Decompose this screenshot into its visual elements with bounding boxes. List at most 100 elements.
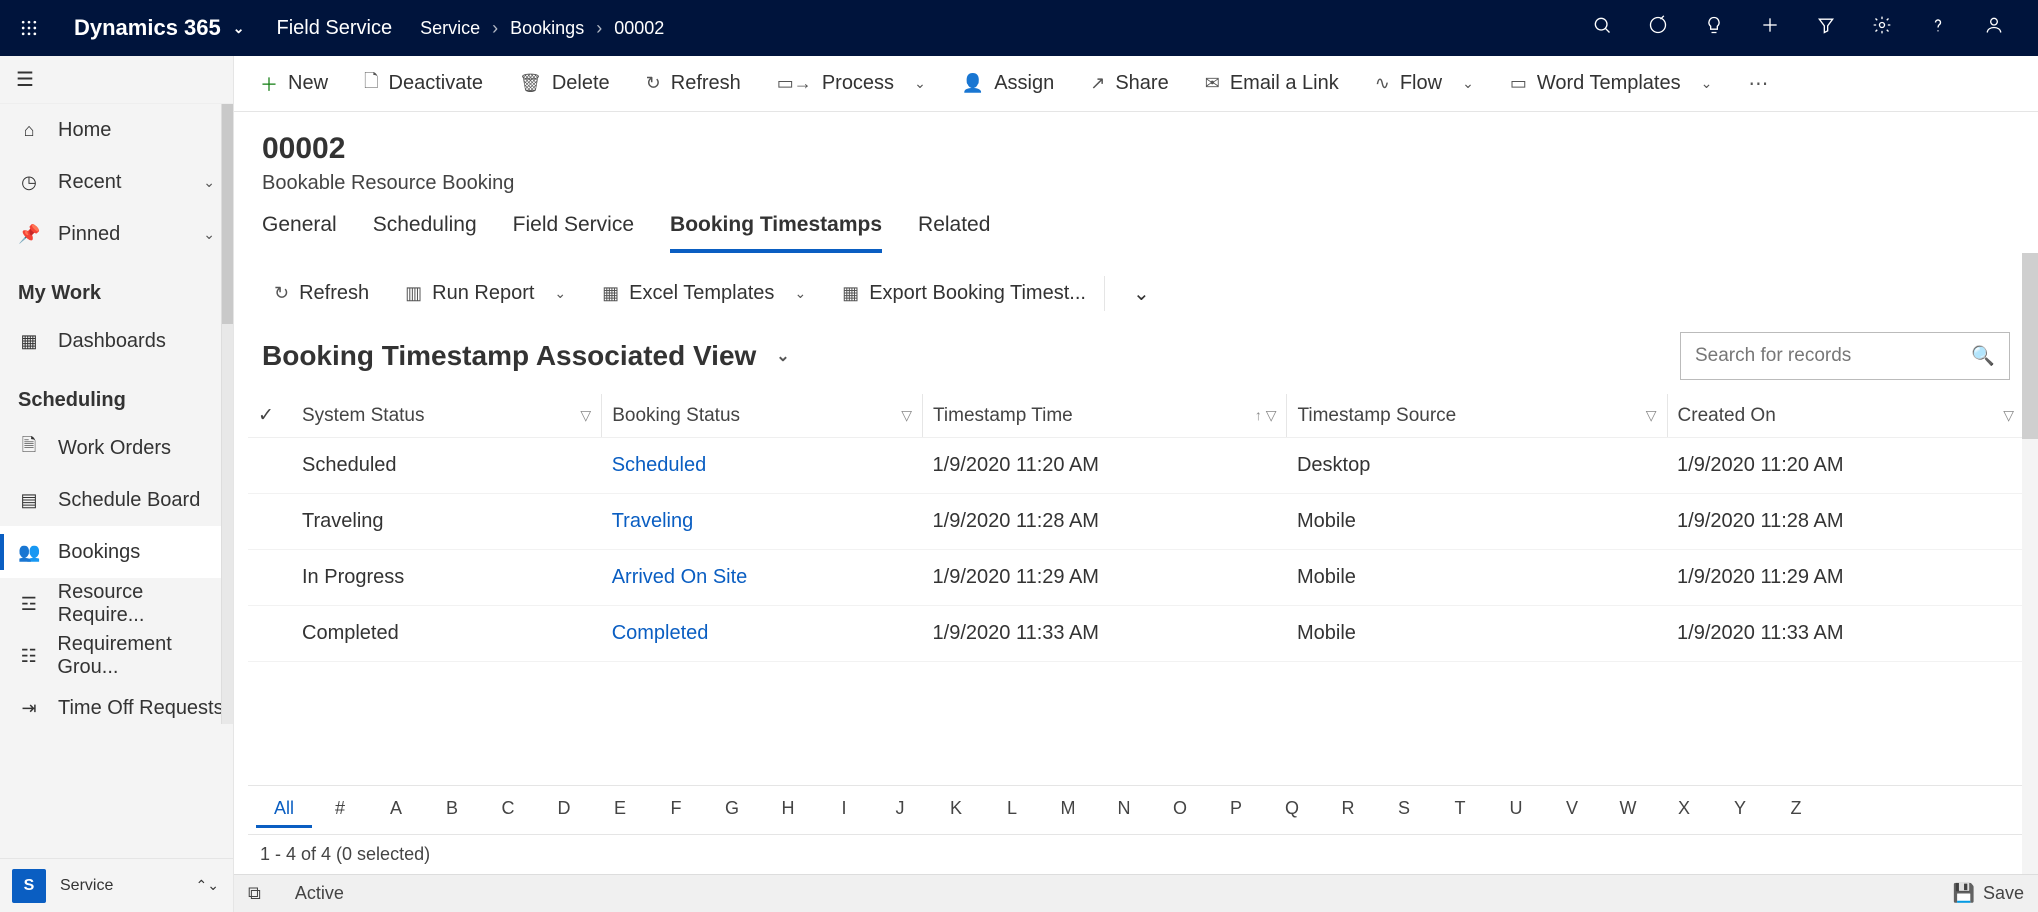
alpha-jump-g[interactable]: G — [704, 792, 760, 828]
column-header-system-status[interactable]: System Status▽ — [292, 394, 602, 438]
alpha-jump-all[interactable]: All — [256, 792, 312, 828]
filter-icon[interactable]: ▽ — [901, 407, 912, 424]
tab-scheduling[interactable]: Scheduling — [373, 213, 477, 253]
cell-booking-status[interactable]: Scheduled — [602, 438, 923, 494]
breadcrumb-item[interactable]: Bookings — [510, 18, 584, 39]
alpha-jump-q[interactable]: Q — [1264, 792, 1320, 828]
tab-general[interactable]: General — [262, 213, 337, 253]
tab-field-service[interactable]: Field Service — [513, 213, 634, 253]
task-icon[interactable] — [1644, 15, 1672, 41]
subgrid-excel-templates-button[interactable]: ▦Excel Templates — [588, 276, 820, 311]
alpha-jump-i[interactable]: I — [816, 792, 872, 828]
column-header-booking-status[interactable]: Booking Status▽ — [602, 394, 923, 438]
alpha-jump-p[interactable]: P — [1208, 792, 1264, 828]
row-checkbox[interactable] — [248, 494, 292, 550]
alpha-jump-e[interactable]: E — [592, 792, 648, 828]
table-row[interactable]: CompletedCompleted1/9/2020 11:33 AMMobil… — [248, 606, 2024, 662]
filter-icon[interactable] — [1812, 15, 1840, 41]
cell-booking-status[interactable]: Arrived On Site — [602, 550, 923, 606]
alpha-jump-t[interactable]: T — [1432, 792, 1488, 828]
lightbulb-icon[interactable] — [1700, 15, 1728, 41]
filter-icon[interactable]: ▽ — [2003, 407, 2014, 424]
table-row[interactable]: In ProgressArrived On Site1/9/2020 11:29… — [248, 550, 2024, 606]
alpha-jump-o[interactable]: O — [1152, 792, 1208, 828]
share-button[interactable]: ↗Share — [1076, 66, 1182, 101]
alpha-jump-k[interactable]: K — [928, 792, 984, 828]
area-switcher[interactable]: S Service ⌃⌄ — [0, 858, 233, 912]
cell-booking-status[interactable]: Traveling — [602, 494, 923, 550]
sidebar-collapse-button[interactable]: ☰ — [0, 56, 233, 104]
subgrid-refresh-button[interactable]: ↻Refresh — [260, 276, 383, 311]
alpha-jump-#[interactable]: # — [312, 792, 368, 828]
alpha-jump-u[interactable]: U — [1488, 792, 1544, 828]
process-button[interactable]: ▭→Process — [763, 66, 940, 101]
sidebar-item-recent[interactable]: ◷ Recent ⌄ — [0, 156, 233, 208]
column-header-timestamp-time[interactable]: Timestamp Time↑ ▽ — [923, 394, 1287, 438]
alpha-jump-j[interactable]: J — [872, 792, 928, 828]
alpha-jump-z[interactable]: Z — [1768, 792, 1824, 828]
more-commands-button[interactable]: ⋯ — [1738, 65, 1780, 102]
search-input[interactable]: Search for records 🔍 — [1680, 332, 2010, 380]
sidebar-item-resource-requirements[interactable]: ☲ Resource Require... — [0, 578, 233, 630]
alpha-jump-b[interactable]: B — [424, 792, 480, 828]
breadcrumb-item[interactable]: 00002 — [614, 18, 664, 39]
flow-button[interactable]: ∿Flow — [1361, 66, 1488, 101]
column-header-timestamp-source[interactable]: Timestamp Source▽ — [1287, 394, 1667, 438]
deactivate-button[interactable]: 🗋Deactivate — [350, 63, 497, 105]
filter-icon[interactable]: ▽ — [1646, 407, 1657, 424]
sidebar-item-home[interactable]: ⌂ Home — [0, 104, 233, 156]
app-name[interactable]: Field Service — [277, 17, 393, 40]
delete-button[interactable]: 🗑Delete — [505, 66, 624, 101]
alpha-jump-f[interactable]: F — [648, 792, 704, 828]
popout-icon[interactable]: ⧉ — [248, 883, 261, 904]
user-icon[interactable] — [1980, 15, 2008, 41]
alpha-jump-h[interactable]: H — [760, 792, 816, 828]
filter-icon[interactable]: ▽ — [580, 407, 591, 424]
refresh-button[interactable]: ↻Refresh — [632, 66, 755, 101]
row-checkbox[interactable] — [248, 550, 292, 606]
help-icon[interactable] — [1924, 15, 1952, 41]
tab-related[interactable]: Related — [918, 213, 990, 253]
sidebar-item-pinned[interactable]: 📌 Pinned ⌄ — [0, 208, 233, 260]
subgrid-export-button[interactable]: ▦Export Booking Timest... — [828, 276, 1105, 311]
select-all-checkbox[interactable]: ✓ — [248, 394, 292, 438]
tab-booking-timestamps[interactable]: Booking Timestamps — [670, 213, 882, 253]
alpha-jump-x[interactable]: X — [1656, 792, 1712, 828]
cell-booking-status[interactable]: Completed — [602, 606, 923, 662]
alpha-jump-v[interactable]: V — [1544, 792, 1600, 828]
search-icon[interactable] — [1588, 15, 1616, 41]
table-row[interactable]: TravelingTraveling1/9/2020 11:28 AMMobil… — [248, 494, 2024, 550]
alpha-jump-s[interactable]: S — [1376, 792, 1432, 828]
alpha-jump-a[interactable]: A — [368, 792, 424, 828]
subgrid-more-button[interactable]: ⌄ — [1119, 275, 1164, 312]
product-brand[interactable]: Dynamics 365 ⌄ — [74, 15, 245, 41]
app-launcher-icon[interactable] — [8, 7, 50, 49]
sidebar-item-work-orders[interactable]: 🗎 Work Orders — [0, 422, 233, 474]
alpha-jump-r[interactable]: R — [1320, 792, 1376, 828]
alpha-jump-l[interactable]: L — [984, 792, 1040, 828]
alpha-jump-c[interactable]: C — [480, 792, 536, 828]
plus-icon[interactable] — [1756, 15, 1784, 41]
row-checkbox[interactable] — [248, 438, 292, 494]
save-button[interactable]: 💾 Save — [1953, 883, 2024, 904]
new-button[interactable]: ＋New — [246, 65, 342, 103]
gear-icon[interactable] — [1868, 15, 1896, 41]
content-scrollbar[interactable] — [2022, 253, 2038, 874]
row-checkbox[interactable] — [248, 606, 292, 662]
word-templates-button[interactable]: ▭Word Templates — [1496, 66, 1727, 101]
email-link-button[interactable]: ✉Email a Link — [1191, 66, 1353, 101]
table-row[interactable]: ScheduledScheduled1/9/2020 11:20 AMDeskt… — [248, 438, 2024, 494]
view-selector[interactable]: Booking Timestamp Associated View ⌄ — [262, 340, 790, 372]
alpha-jump-y[interactable]: Y — [1712, 792, 1768, 828]
subgrid-run-report-button[interactable]: ▥Run Report — [391, 276, 580, 311]
sidebar-scrollbar[interactable] — [221, 104, 233, 724]
sidebar-item-requirement-groups[interactable]: ☷ Requirement Grou... — [0, 630, 233, 682]
alpha-jump-n[interactable]: N — [1096, 792, 1152, 828]
sidebar-item-schedule-board[interactable]: ▤ Schedule Board — [0, 474, 233, 526]
alpha-jump-m[interactable]: M — [1040, 792, 1096, 828]
column-header-created-on[interactable]: Created On▽ — [1667, 394, 2024, 438]
alpha-jump-w[interactable]: W — [1600, 792, 1656, 828]
sort-asc-icon[interactable]: ↑ ▽ — [1255, 407, 1277, 424]
breadcrumb-item[interactable]: Service — [420, 18, 480, 39]
sidebar-item-dashboards[interactable]: ▦ Dashboards — [0, 315, 233, 367]
